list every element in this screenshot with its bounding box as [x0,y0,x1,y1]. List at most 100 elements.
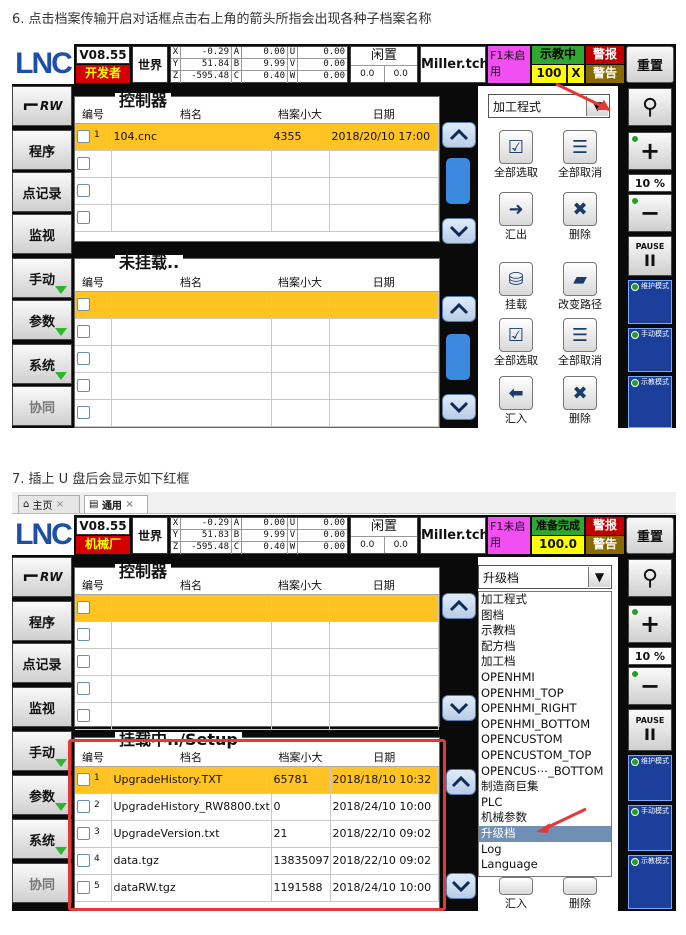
side-parameter-2[interactable]: 参数 [12,775,72,815]
scroll-up-button-4[interactable] [446,769,476,795]
teach-status: 示教中 [532,46,584,64]
scroll-down-button-4[interactable] [446,873,476,899]
coordinate-readout-2: X -0.29 Y 51.83 Z -595.48 A 0.00 B 9.99 C 0.40… [170,517,348,554]
select-all-button-2[interactable]: ☑ 全部选取 [486,318,546,368]
dropdown-option[interactable]: 加工程式 [479,592,611,608]
dropdown-option[interactable]: 示教档 [479,623,611,639]
annotation-arrow-icon-2 [536,807,587,833]
delete-button-2[interactable]: ✖ 删除 [550,376,610,426]
teach-mode-button-2[interactable]: 示教模式 [628,855,672,909]
scrollbar-thumb-2[interactable] [446,334,470,380]
dropdown-option[interactable]: OPENHMI_RIGHT [479,701,611,717]
reset-button-2[interactable]: 重置 [626,517,674,554]
locate-icon[interactable]: ⚲ [628,88,672,126]
dropdown-option[interactable]: Log [479,842,611,858]
scroll-down-button[interactable] [442,218,476,244]
scroll-up-button-2[interactable] [442,296,476,322]
right-control-column: ⚲ + 10 % − PAUSE II 维护模式 手动模式 示教模式 [626,86,674,428]
dropdown-option[interactable]: Language [479,857,611,873]
side-manual-2[interactable]: 手动 [12,731,72,771]
locate-icon-2[interactable]: ⚲ [628,559,672,597]
delete-button-3[interactable]: 删除 [550,877,610,911]
select-all-button[interactable]: ☑ 全部选取 [486,130,546,180]
coord-system-label-2: 世界 [132,517,168,554]
speed-minus-button-2[interactable]: − [628,667,672,705]
table-row[interactable]: 1 104.cnc 4355 2018/20/10 17:00 [75,123,439,151]
tab-home[interactable]: ⌂ 主页 × [18,495,80,513]
caption-step6: 6. 点击档案传输开启对话框点击右上角的箭头所指会出现各种子档案名称 [12,12,432,27]
manual-mode-button-2[interactable]: 手动模式 [628,805,672,851]
cancel-all-button-2[interactable]: ☰ 全部取消 [550,318,610,368]
lnc-logo: LNC [12,44,74,84]
scroll-down-button-2[interactable] [442,394,476,420]
side-system[interactable]: 系统 [12,344,72,384]
version-label-2: V08.55 [76,517,130,535]
close-icon [563,877,597,895]
browser-tab-bar: ⌂ 主页 × ▤ 通用 × [12,492,676,514]
folder-icon: ▰ [563,262,597,296]
speed-plus-button[interactable]: + [628,132,672,170]
dropdown-option[interactable]: OPENHMI [479,670,611,686]
speed-percent: 10 % [628,174,672,192]
side-collaboration[interactable]: 协同 [12,386,72,426]
file-type-dropdown-2[interactable]: 升级档 ▼ [478,565,612,589]
dropdown-option[interactable]: 加工档 [479,654,611,670]
maintenance-mode-button[interactable]: 维护模式 [628,280,672,324]
side-parameter[interactable]: 参数 [12,300,72,340]
pause-button[interactable]: PAUSE II [628,236,672,276]
dropdown-option[interactable]: OPENHMI_TOP [479,686,611,702]
side-system-2[interactable]: 系统 [12,819,72,859]
scroll-up-button[interactable] [442,122,476,148]
dropdown-option[interactable]: 配方档 [479,639,611,655]
dropdown-option[interactable]: OPENCUSTOM [479,732,611,748]
dropdown-option[interactable]: 制造商巨集 [479,779,611,795]
run-status-2: 闲置 0.0 0.0 [350,517,418,554]
tab-general[interactable]: ▤ 通用 × [84,495,148,513]
chevron-down-icon [449,702,469,714]
side-point-record[interactable]: 点记录 [12,172,72,212]
import-button-2[interactable]: 汇入 [486,877,546,911]
import-button[interactable]: ⬅ 汇入 [486,376,546,426]
mount-button[interactable]: ⛁ 挂载 [486,262,546,312]
side-monitor[interactable]: 监视 [12,214,72,254]
alarm-indicator: 警报 [586,46,624,64]
unmounted-panel: 未挂载.. 编号 档名 档案小大 日期 [74,255,440,428]
dropdown-option[interactable]: OPENHMI_BOTTOM [479,717,611,733]
dropdown-option[interactable]: OPENCUSTOM_TOP [479,748,611,764]
side-point-record-2[interactable]: 点记录 [12,643,72,683]
export-button[interactable]: ➜ 汇出 [486,192,546,242]
speed-minus-button[interactable]: − [628,194,672,232]
row-checkbox[interactable] [77,130,90,144]
scrollbar-thumb[interactable] [446,158,470,204]
chevron-up-icon [451,776,471,788]
side-program-2[interactable]: 程序 [12,601,72,641]
side-manual[interactable]: 手动 [12,258,72,298]
dropdown-arrow-icon[interactable]: ▼ [588,567,610,587]
scroll-up-button-3[interactable] [442,593,476,619]
dropdown-option[interactable]: 图档 [479,608,611,624]
import-icon [499,877,533,895]
side-monitor-2[interactable]: 监视 [12,687,72,727]
side-program[interactable]: 程序 [12,130,72,170]
change-path-button[interactable]: ▰ 改变路径 [550,262,610,312]
delete-button[interactable]: ✖ 删除 [550,192,610,242]
pause-button-2[interactable]: PAUSE II [628,709,672,751]
user-mode-label-2: 机械厂 [76,536,130,554]
speed-plus-button-2[interactable]: + [628,605,672,643]
run-status: 闲置 0.0 0.0 [350,46,418,83]
teach-mode-button[interactable]: 示教模式 [628,376,672,428]
right-control-column-2: ⚲ + 10 % − PAUSE II 维护模式 手动模式 示教模式 [626,557,674,911]
user-name-2: Miller.tch [420,517,489,554]
chevron-down-icon [449,225,469,237]
manual-mode-button[interactable]: 手动模式 [628,328,672,372]
side-collaboration-2[interactable]: 协同 [12,863,72,903]
usb-icon: ⛁ [499,262,533,296]
reset-button[interactable]: 重置 [626,46,674,83]
screenshot-2: LNC V08.55 机械厂 世界 X -0.29 Y 51.83 Z -595.48… [12,515,676,911]
scroll-down-button-3[interactable] [442,695,476,721]
cancel-all-button[interactable]: ☰ 全部取消 [550,130,610,180]
maintenance-mode-button-2[interactable]: 维护模式 [628,755,672,801]
dropdown-option[interactable]: OPENCUS⋯_BOTTOM [479,764,611,780]
usb-file-table: 编号 档名 档案小大 日期 [75,273,439,427]
document-icon: ▤ [89,499,99,510]
